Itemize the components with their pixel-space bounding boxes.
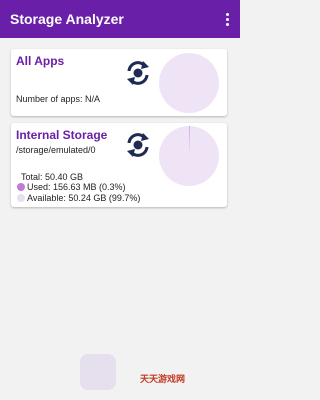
- watermark-logo: [80, 354, 116, 390]
- storage-path: /storage/emulated/0: [16, 145, 96, 155]
- apps-count-text: Number of apps: N/A: [16, 94, 101, 104]
- watermark-text: 天天游戏网: [140, 374, 186, 384]
- refresh-storage-icon[interactable]: [123, 130, 153, 160]
- refresh-apps-icon[interactable]: [123, 58, 153, 88]
- storage-available-legend: Available: 50.24 GB (99.7%): [17, 193, 140, 203]
- all-apps-card[interactable]: All Apps Number of apps: N/A: [11, 49, 227, 116]
- storage-total: Total: 50.40 GB: [21, 172, 84, 182]
- internal-storage-title: Internal Storage: [16, 128, 108, 142]
- used-legend-dot: [17, 183, 25, 191]
- overflow-menu-icon[interactable]: [220, 9, 234, 29]
- storage-used-legend: Used: 156.63 MB (0.3%): [17, 182, 126, 192]
- apps-pie-chart: [159, 53, 219, 113]
- storage-available: Available: 50.24 GB (99.7%): [27, 193, 141, 203]
- storage-pie-chart: [159, 126, 219, 186]
- available-legend-dot: [17, 194, 25, 202]
- app-title: Storage Analyzer: [10, 11, 124, 27]
- app-bar: Storage Analyzer: [0, 0, 240, 38]
- all-apps-title: All Apps: [16, 54, 65, 68]
- internal-storage-card[interactable]: Internal Storage /storage/emulated/0 Tot…: [11, 123, 227, 207]
- storage-used: Used: 156.63 MB (0.3%): [27, 182, 126, 192]
